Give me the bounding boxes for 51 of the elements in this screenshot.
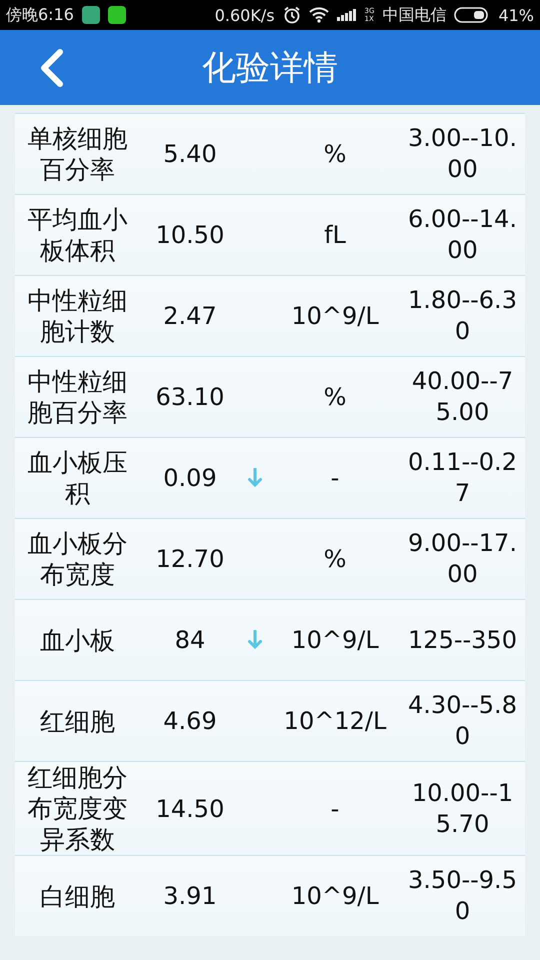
test-value: 2.47	[163, 302, 217, 330]
battery-percent: 41%	[498, 6, 534, 24]
test-value: 84	[174, 626, 206, 654]
test-unit: %	[324, 545, 346, 573]
test-value: 0.09	[163, 464, 217, 492]
alarm-icon	[282, 6, 301, 24]
test-name: 中性粒细胞百分率	[26, 366, 128, 428]
battery-icon	[454, 7, 490, 23]
test-unit: 10^12/L	[284, 707, 386, 735]
test-value: 4.69	[163, 707, 217, 735]
reference-range: 40.00--75.00	[410, 366, 514, 428]
test-unit: 10^9/L	[291, 302, 379, 330]
reference-range: 10.00--15.70	[410, 778, 514, 840]
test-name: 单核细胞百分率	[26, 123, 128, 185]
reference-range: 1.80--6.30	[407, 285, 518, 347]
test-name: 中性粒细胞计数	[26, 285, 128, 347]
reference-range: 4.30--5.80	[407, 690, 518, 752]
reference-range: 0.11--0.27	[407, 447, 518, 509]
reference-range: 3.00--10.00	[407, 123, 518, 185]
network-speed: 0.60K/s	[214, 6, 275, 24]
reference-range: 9.00--17.00	[407, 528, 518, 590]
test-name: 平均血小板体积	[26, 204, 128, 266]
test-unit: %	[324, 140, 346, 168]
page-title: 化验详情	[202, 46, 338, 90]
reference-range: 125--350	[407, 624, 518, 656]
app-icon	[82, 6, 100, 24]
test-value: 12.70	[156, 545, 224, 573]
test-value: 5.40	[163, 140, 217, 168]
test-unit: fL	[324, 221, 346, 249]
test-value: 3.91	[163, 882, 217, 910]
test-unit: 10^9/L	[291, 626, 379, 654]
test-unit: 10^9/L	[291, 882, 379, 910]
test-value: 63.10	[156, 383, 224, 411]
status-time: 傍晚6:16	[6, 4, 74, 26]
test-name: 血小板分布宽度	[26, 528, 128, 590]
test-name: 红细胞	[39, 706, 116, 736]
test-value: 14.50	[156, 794, 224, 822]
test-name: 血小板压积	[26, 447, 128, 509]
test-name: 白细胞	[39, 880, 116, 912]
wifi-icon	[308, 7, 329, 23]
reference-range: 6.00--14.00	[407, 204, 518, 266]
app-icon	[108, 6, 126, 24]
test-value: 10.50	[156, 221, 224, 249]
signal-icon	[336, 9, 357, 21]
test-unit: -	[330, 794, 340, 822]
test-unit: %	[324, 383, 346, 411]
test-name: 血小板	[39, 624, 116, 656]
test-unit: -	[330, 464, 340, 492]
carrier-name: 中国电信	[382, 4, 446, 26]
test-name: 红细胞分布宽度变异系数	[26, 762, 128, 855]
reference-range: 3.50--9.50	[407, 865, 518, 927]
